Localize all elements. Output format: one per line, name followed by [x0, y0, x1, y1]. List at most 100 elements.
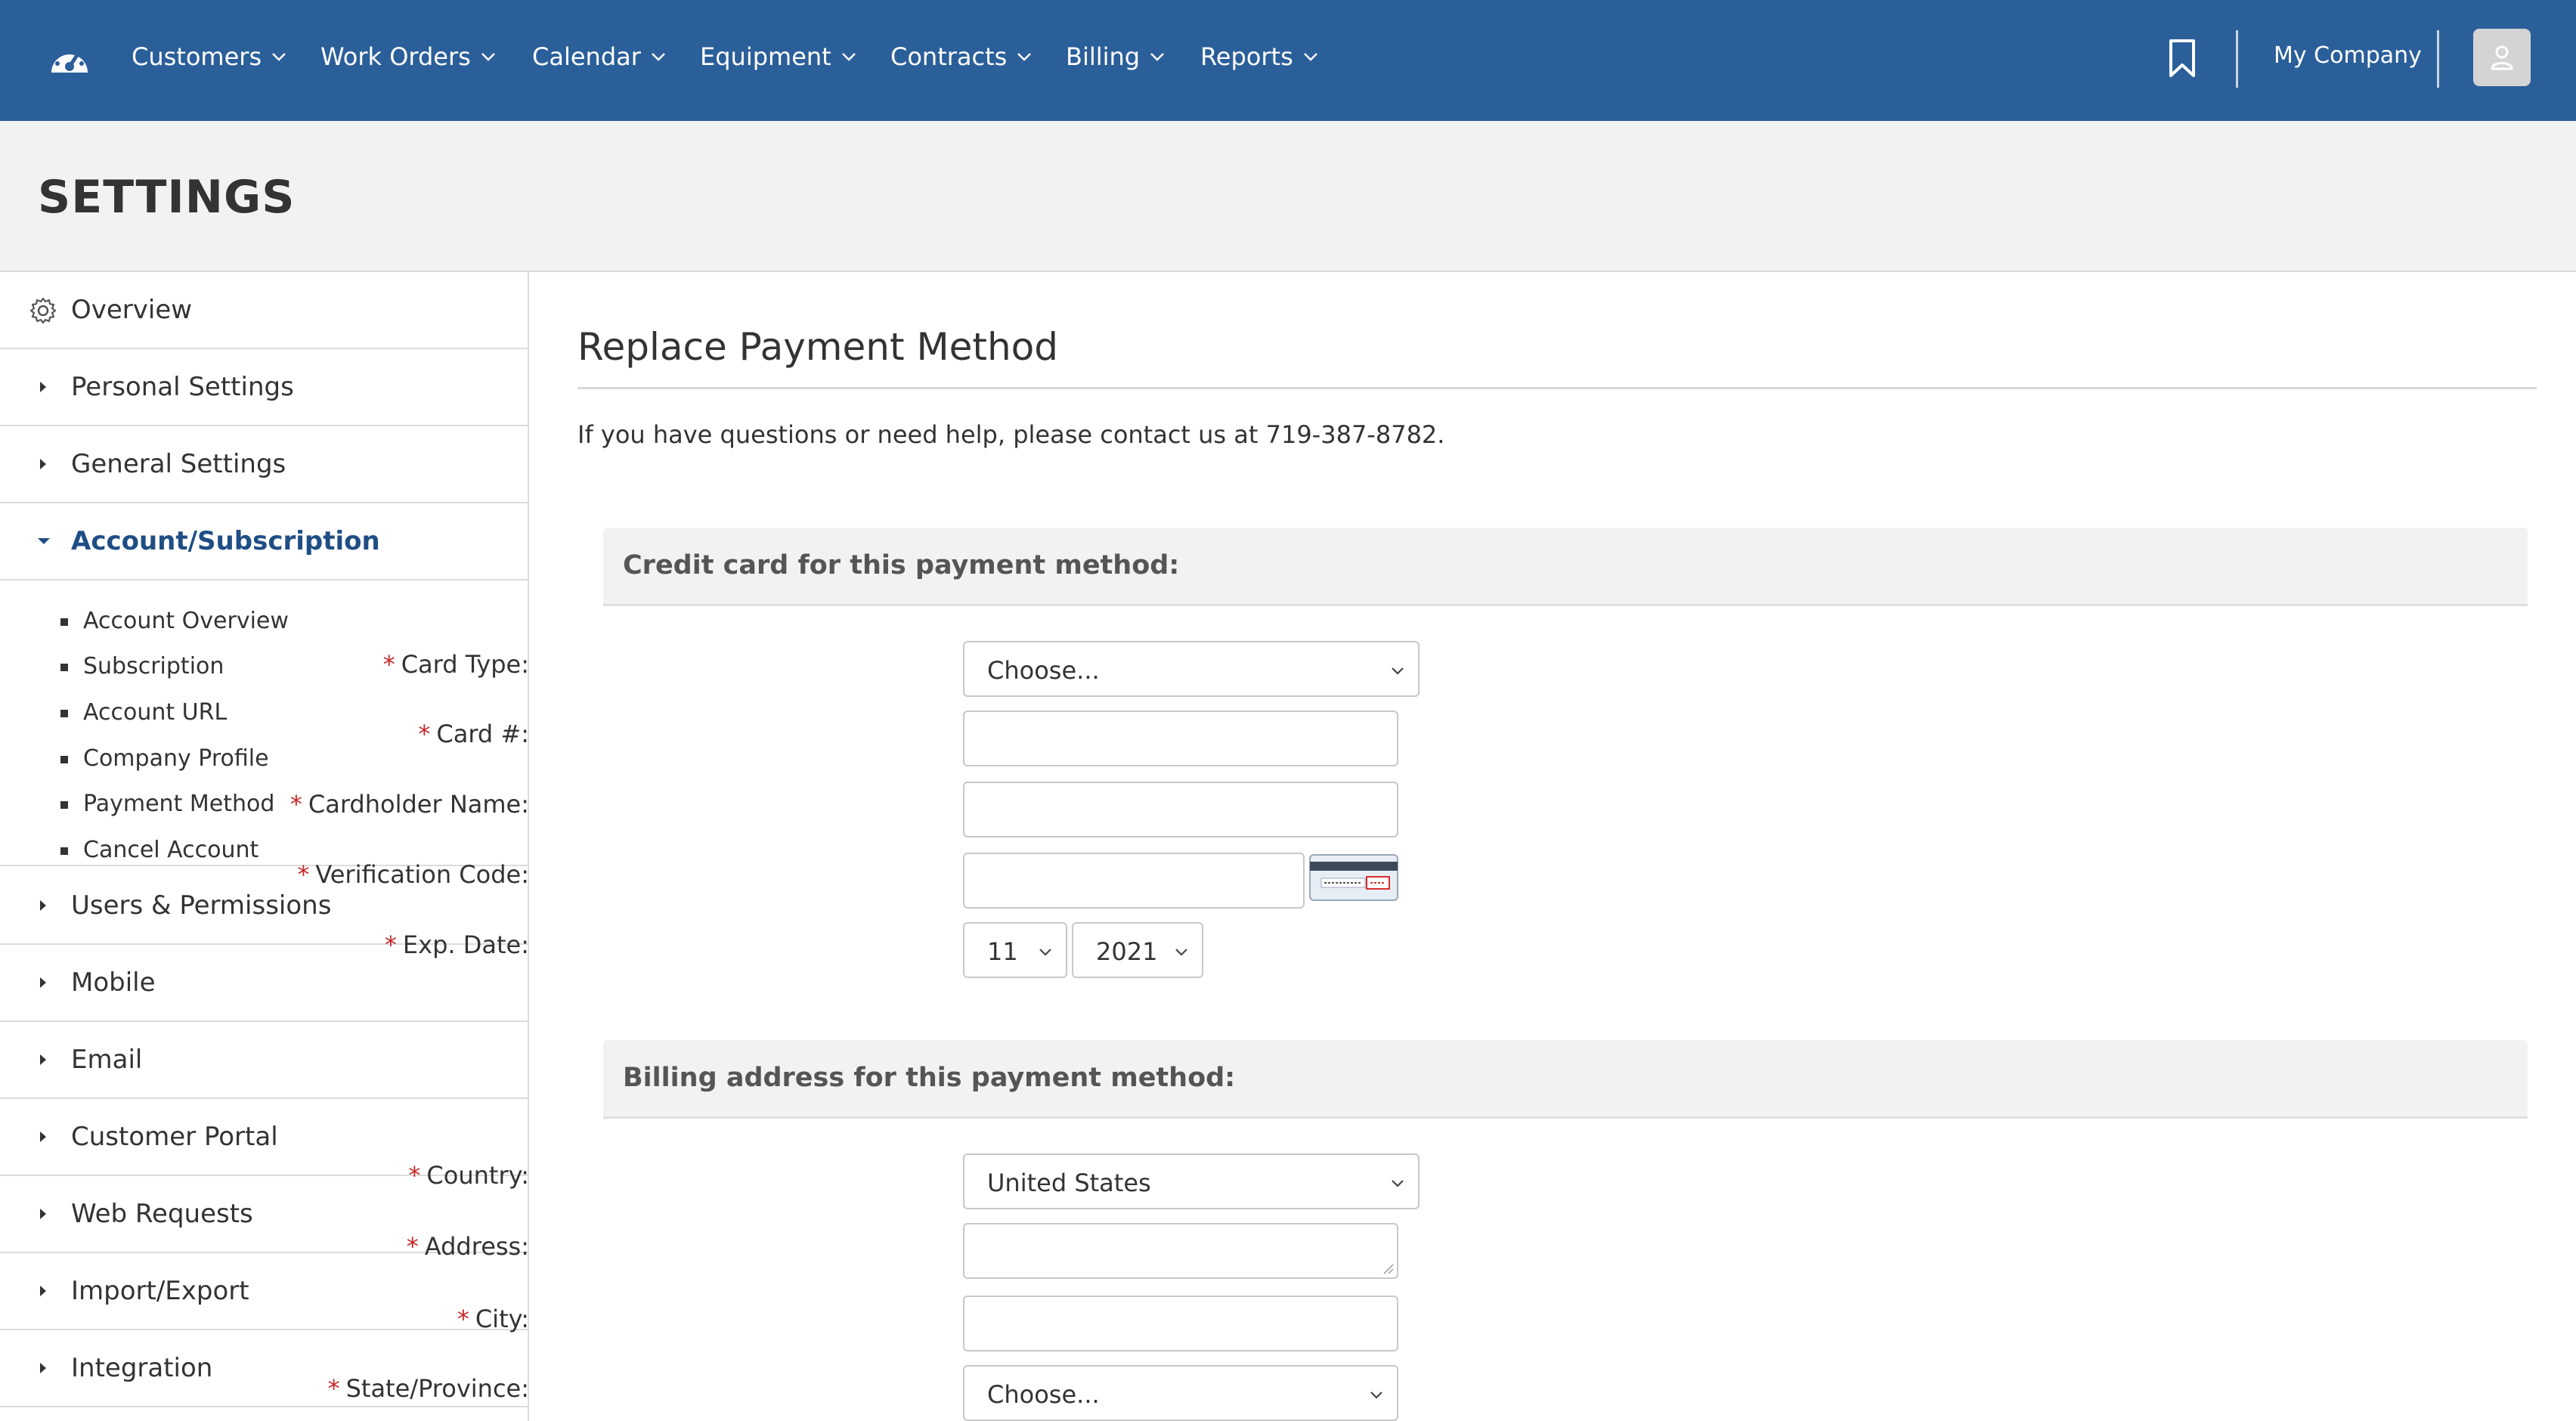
submenu-item-label: Account URL	[83, 699, 228, 726]
required-marker: *	[406, 1232, 419, 1261]
nav-reports-label: Reports	[1200, 42, 1293, 71]
required-marker: *	[297, 860, 310, 889]
bullet	[60, 664, 68, 671]
verification-code-input[interactable]	[964, 854, 1303, 907]
nav-work-orders[interactable]: Work Orders	[320, 0, 498, 113]
sidebar-item-label: Users & Permissions	[71, 890, 332, 921]
chevron-down-icon	[1392, 1180, 1404, 1187]
caret-right-icon	[40, 977, 46, 988]
bullet	[60, 618, 68, 626]
chevron-down-icon	[1392, 667, 1404, 675]
sidebar-item-label: Email	[71, 1045, 143, 1075]
page-title: Replace Payment Method	[577, 325, 1058, 369]
user-icon	[2491, 45, 2513, 70]
country-select[interactable]: United States	[963, 1153, 1420, 1209]
city-field[interactable]	[963, 1296, 1398, 1351]
submenu-item-label: Payment Method	[83, 791, 275, 817]
chevron-down-icon	[1017, 53, 1032, 61]
cardholder-name-label: * Cardholder Name:	[290, 790, 529, 819]
sidebar-item-label: Web Requests	[71, 1199, 253, 1229]
nav-reports[interactable]: Reports	[1200, 0, 1321, 113]
card-number-input[interactable]	[964, 712, 1397, 765]
sidebar-item-import-export[interactable]: Import/Export	[0, 1253, 528, 1330]
sidebar-item-label: Personal Settings	[71, 372, 294, 402]
sidebar-item-label: Integration	[71, 1353, 213, 1383]
chevron-down-icon	[1175, 949, 1187, 956]
sidebar-item-personal-settings[interactable]: Personal Settings	[0, 349, 528, 426]
sidebar-item-account-subscription[interactable]: Account/Subscription	[0, 503, 528, 580]
label-text: Card Type:	[401, 650, 529, 679]
sidebar-item-label: Import/Export	[71, 1276, 249, 1306]
nav-equipment-label: Equipment	[700, 42, 831, 71]
top-navigation-bar: Customers Work Orders Calendar Equipment…	[0, 0, 2576, 121]
required-marker: *	[457, 1305, 469, 1333]
nav-customers[interactable]: Customers	[132, 0, 289, 113]
chevron-down-icon	[1039, 949, 1051, 956]
chevron-down-icon	[1303, 53, 1317, 61]
sidebar-item-email[interactable]: Email	[0, 1022, 528, 1099]
submenu-item-label: Company Profile	[83, 745, 269, 772]
section-heading: Credit card for this payment method:	[623, 550, 1180, 580]
address-textarea[interactable]	[964, 1224, 1397, 1277]
chevron-down-icon	[652, 53, 665, 61]
credit-card-section-header: Credit card for this payment method:	[603, 528, 2528, 606]
card-number-label: * Card #:	[418, 720, 529, 748]
exp-month-select[interactable]: 11	[963, 922, 1067, 978]
caret-right-icon	[40, 1132, 46, 1142]
nav-contracts-label: Contracts	[890, 42, 1008, 71]
caret-right-icon	[40, 1363, 46, 1373]
label-text: Verification Code:	[315, 860, 529, 889]
label-text: Cardholder Name:	[308, 790, 529, 819]
company-menu[interactable]: My Company	[2274, 42, 2422, 69]
exp-year-select[interactable]: 2021	[1072, 922, 1203, 978]
nav-calendar-label: Calendar	[532, 42, 641, 71]
chevron-down-icon	[481, 53, 495, 61]
user-avatar[interactable]	[2473, 29, 2531, 86]
bookmark-icon[interactable]	[2163, 38, 2201, 79]
verification-code-field[interactable]	[963, 853, 1305, 909]
gear-icon	[29, 297, 57, 324]
city-label: * City:	[457, 1305, 529, 1333]
label-text: Address:	[424, 1232, 529, 1261]
sidebar-item-label: Mobile	[71, 967, 156, 998]
select-value: Choose...	[987, 656, 1100, 685]
card-type-select[interactable]: Choose...	[963, 641, 1420, 697]
submenu-item-label: Cancel Account	[83, 837, 259, 863]
cardholder-name-field[interactable]	[963, 782, 1398, 837]
settings-header: SETTINGS	[0, 121, 2576, 272]
nav-equipment[interactable]: Equipment	[700, 0, 859, 113]
caret-right-icon	[40, 1209, 46, 1219]
sidebar-item-general-settings[interactable]: General Settings	[0, 426, 528, 503]
resize-handle-icon[interactable]	[1382, 1262, 1394, 1274]
sidebar-item-overview[interactable]: Overview	[0, 272, 528, 349]
cardholder-name-input[interactable]	[964, 783, 1397, 836]
chevron-down-icon	[1150, 53, 1164, 61]
label-text: Country:	[426, 1161, 529, 1190]
caret-right-icon	[40, 900, 46, 911]
city-input[interactable]	[964, 1297, 1397, 1350]
nav-calendar[interactable]: Calendar	[532, 0, 668, 113]
nav-billing-label: Billing	[1066, 42, 1141, 71]
caret-right-icon	[40, 459, 46, 469]
bullet	[60, 756, 68, 763]
main-content: Replace Payment Method If you have quest…	[290, 274, 2576, 1421]
state-province-label: * State/Province:	[328, 1374, 529, 1403]
state-province-select[interactable]: Choose...	[963, 1365, 1398, 1421]
card-number-field[interactable]	[963, 710, 1398, 766]
title-divider	[577, 387, 2537, 389]
card-type-label: * Card Type:	[383, 650, 529, 679]
select-value: Choose...	[987, 1380, 1100, 1409]
help-text: If you have questions or need help, plea…	[577, 420, 1445, 449]
required-marker: *	[327, 1374, 340, 1403]
address-label: * Address:	[407, 1232, 529, 1261]
bullet	[60, 710, 68, 717]
nav-divider	[2437, 30, 2439, 88]
address-field[interactable]	[963, 1223, 1398, 1279]
speedometer-icon[interactable]	[48, 39, 91, 82]
billing-address-section-header: Billing address for this payment method:	[603, 1040, 2528, 1119]
required-marker: *	[289, 790, 302, 819]
sidebar-item-label: Account/Subscription	[71, 526, 380, 556]
nav-contracts[interactable]: Contracts	[890, 0, 1034, 113]
nav-work-orders-label: Work Orders	[320, 42, 471, 71]
nav-billing[interactable]: Billing	[1066, 0, 1167, 113]
